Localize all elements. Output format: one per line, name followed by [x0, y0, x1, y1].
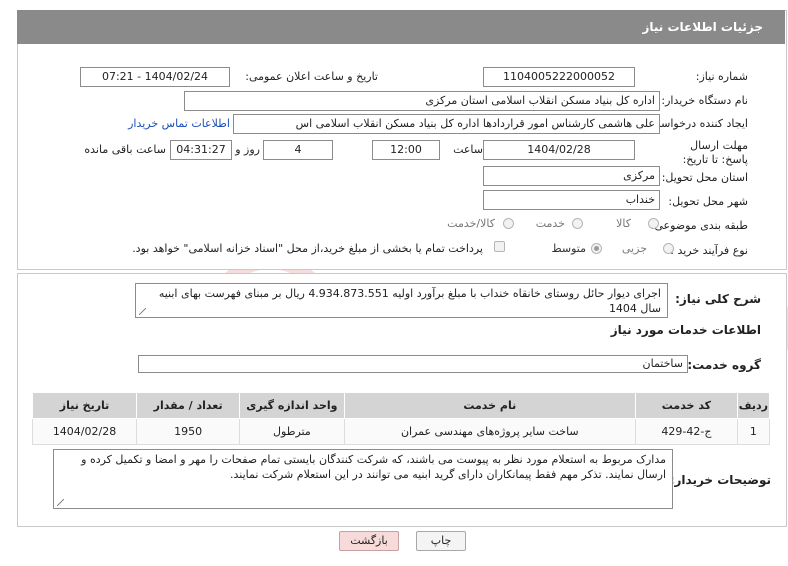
deadline-date-field: 1404/02/28: [483, 140, 635, 160]
city-label: شهر محل تحویل:: [668, 195, 748, 208]
col-quantity: تعداد / مقدار: [136, 392, 241, 419]
buyer-notes-textarea: مدارک مربوط به استعلام مورد نظر به پیوست…: [53, 449, 673, 509]
service-group-label: گروه خدمت:: [687, 358, 761, 372]
days-label: روز و: [235, 143, 260, 156]
col-service-name: نام خدمت: [343, 392, 637, 419]
province-label: استان محل تحویل:: [661, 171, 748, 184]
services-table-header: ردیف کد خدمت نام خدمت واحد اندازه گیری ت…: [31, 392, 771, 419]
buyer-notes-text: مدارک مربوط به استعلام مورد نظر به پیوست…: [81, 453, 666, 481]
col-row: ردیف: [736, 392, 771, 419]
category-goods-label: کالا: [616, 217, 631, 230]
col-service-code: کد خدمت: [635, 392, 738, 419]
description-textarea: اجرای دیوار حائل روستای خانقاه خنداب با …: [135, 283, 668, 318]
process-medium-label: متوسط: [551, 242, 586, 255]
contact-buyer-link[interactable]: اطلاعات تماس خریدار: [128, 117, 230, 130]
creator-field: علی هاشمی کارشناس امور قراردادها اداره ک…: [233, 114, 660, 134]
cell-row: 1: [736, 418, 771, 445]
resize-handle[interactable]: [57, 499, 64, 506]
col-unit: واحد اندازه گیری: [239, 392, 345, 419]
buyer-org-field: اداره کل بنیاد مسکن انقلاب اسلامی استان …: [184, 91, 660, 111]
print-button[interactable]: چاپ: [416, 531, 466, 551]
category-goods-service-label: کالا/خدمت: [447, 217, 495, 230]
description-text: اجرای دیوار حائل روستای خانقاه خنداب با …: [158, 287, 661, 315]
treasury-payment-note: پرداخت تمام یا بخشی از مبلغ خرید،از محل …: [132, 242, 483, 255]
category-label: طبقه بندی موضوعی:: [650, 219, 748, 232]
service-group-field: ساختمان: [138, 355, 688, 373]
category-goods-radio[interactable]: [648, 218, 659, 229]
cell-service-name: ساخت سایر پروژه‌های مهندسی عمران: [343, 418, 637, 445]
creator-label: ایجاد کننده درخواست:: [646, 117, 748, 130]
treasury-payment-checkbox[interactable]: [494, 241, 505, 252]
back-button[interactable]: بازگشت: [339, 531, 399, 551]
cell-service-code: ج-42-429: [635, 418, 738, 445]
services-table: ردیف کد خدمت نام خدمت واحد اندازه گیری ت…: [31, 392, 771, 445]
deadline-time-field: 12:00: [372, 140, 440, 160]
resize-handle[interactable]: [139, 308, 146, 315]
process-medium-radio[interactable]: [591, 243, 602, 254]
deadline-label: مهلت ارسال پاسخ: تا تاریخ:: [682, 139, 748, 166]
need-number-label: شماره نیاز:: [695, 70, 748, 83]
need-number-field: 1104005222000052: [483, 67, 635, 87]
announce-label: تاریخ و ساعت اعلان عمومی:: [245, 70, 378, 83]
cell-unit: مترطول: [239, 418, 345, 445]
days-field: 4: [263, 140, 333, 160]
cell-quantity: 1950: [136, 418, 241, 445]
category-service-radio[interactable]: [572, 218, 583, 229]
city-field: خنداب: [483, 190, 660, 210]
time-label: ساعت: [453, 143, 483, 156]
buyer-org-label: نام دستگاه خریدار:: [661, 94, 748, 107]
category-service-label: خدمت: [535, 217, 565, 230]
process-minor-label: جزیی: [621, 242, 647, 255]
announce-field: 1404/02/24 - 07:21: [80, 67, 230, 87]
remaining-label: ساعت باقی مانده: [84, 143, 166, 156]
page-title: جزئیات اطلاعات نیاز: [17, 10, 785, 44]
process-minor-radio[interactable]: [663, 243, 674, 254]
services-section-title: اطلاعات خدمات مورد نیاز: [610, 323, 761, 337]
province-field: مرکزی: [483, 166, 660, 186]
table-row: 1 ج-42-429 ساخت سایر پروژه‌های مهندسی عم…: [31, 418, 771, 445]
buyer-notes-label: توضیحات خریدار:: [669, 473, 771, 487]
category-goods-service-radio[interactable]: [503, 218, 514, 229]
remaining-time-field: 04:31:27: [170, 140, 232, 160]
cell-need-date: 1404/02/28: [31, 418, 138, 445]
description-label: شرح کلی نیاز:: [675, 292, 761, 306]
process-label: نوع فرآیند خرید :: [670, 244, 748, 257]
col-need-date: تاریخ نیاز: [31, 392, 138, 419]
